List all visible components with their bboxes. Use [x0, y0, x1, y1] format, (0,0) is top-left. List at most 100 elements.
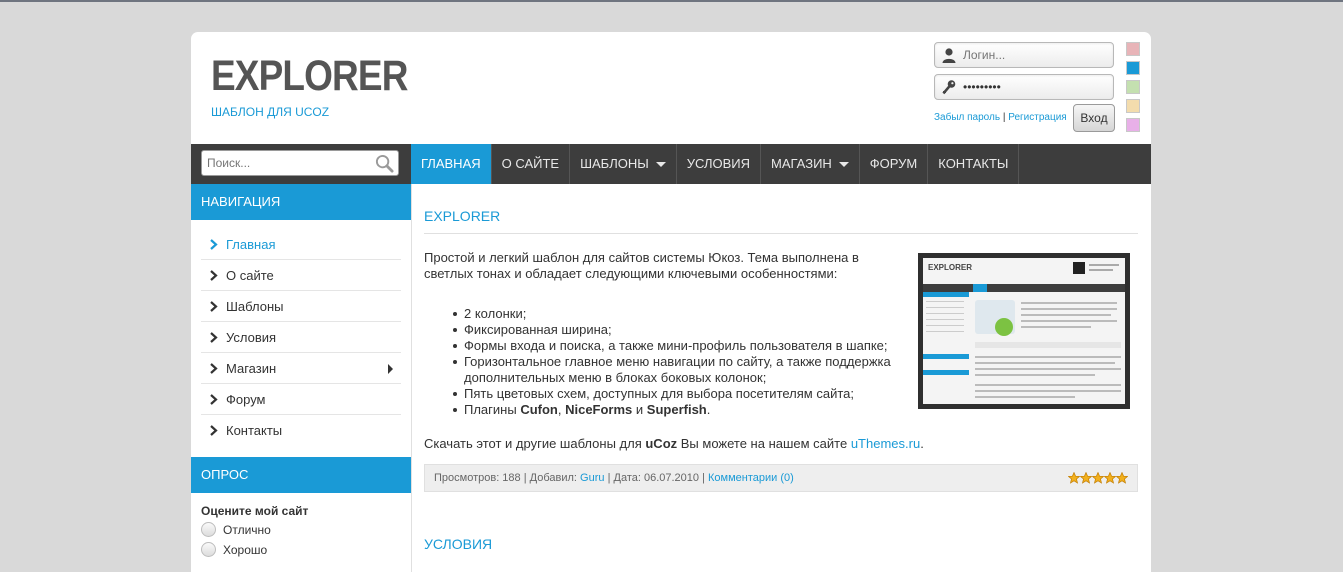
- meta-separator: |: [520, 472, 530, 484]
- password-field[interactable]: [934, 74, 1114, 100]
- plugins-plugins-suffix: .: [706, 402, 711, 417]
- search-icon[interactable]: [375, 154, 394, 173]
- chevron-right-icon: [210, 363, 218, 374]
- poll-option-label: Хорошо: [223, 542, 268, 557]
- login-input[interactable]: [963, 46, 1108, 64]
- main-menu: ГЛАВНАЯ О САЙТЕ ШАБЛОНЫ УСЛОВИЯ МАГАЗИН ФОРУМ…: [411, 144, 1020, 184]
- key-icon: [942, 80, 956, 95]
- template-screenshot[interactable]: EXPLORER: [918, 253, 1130, 409]
- feature-item: Горизонтальное главное меню навигации по…: [453, 354, 934, 386]
- color-scheme-swatch[interactable]: [1126, 80, 1140, 94]
- sidebar-nav-item[interactable]: Форум: [201, 384, 401, 415]
- post-feature-list: 2 колонки; Фиксированная ширина; Формы вхо…: [453, 306, 934, 418]
- page-wrapper: EXPLORER ШАБЛОН ДЛЯ UCOZ Забыл пароль | …: [191, 32, 1151, 572]
- sidebar-nav-label: Контакты: [226, 423, 283, 438]
- sidebar-nav-label: Условия: [226, 330, 277, 345]
- post-title[interactable]: EXPLORER: [424, 208, 500, 224]
- search-input[interactable]: [207, 155, 367, 171]
- caret-down-icon: [838, 161, 849, 167]
- menu-item-label: УСЛОВИЯ: [686, 156, 751, 171]
- poll-radio[interactable]: [201, 542, 216, 557]
- poll-question: Оцените мой сайт: [201, 504, 309, 518]
- star-icon[interactable]: [1116, 472, 1128, 484]
- download-suffix: .: [920, 436, 924, 451]
- top-border: [0, 0, 1343, 2]
- feature-item-plugins: Плагины Cufon, NiceForms и Superfish.: [453, 402, 934, 418]
- menu-item-label: ГЛАВНАЯ: [421, 156, 481, 171]
- feature-item: 2 колонки;: [453, 306, 934, 322]
- forgot-password-link[interactable]: Забыл пароль: [934, 112, 1000, 123]
- sidebar-nav-item[interactable]: Условия: [201, 322, 401, 353]
- login-field[interactable]: [934, 42, 1114, 68]
- register-link[interactable]: Регистрация: [1008, 112, 1066, 123]
- color-scheme-swatch[interactable]: [1126, 61, 1140, 75]
- rating-stars[interactable]: [1068, 472, 1128, 484]
- sidebar-nav-item[interactable]: Магазин: [201, 353, 401, 384]
- template-screenshot-preview: EXPLORER: [923, 258, 1125, 404]
- poll-option[interactable]: Отлично: [201, 522, 271, 537]
- sidebar-poll-title: ОПРОС: [191, 457, 411, 493]
- author-link[interactable]: Guru: [580, 472, 604, 484]
- plugins-plugin-sep-2: и: [632, 402, 647, 417]
- poll-option[interactable]: Хорошо: [201, 542, 267, 557]
- plugins-plugin-3: Superfish: [646, 402, 707, 417]
- menu-item-label: МАГАЗИН: [771, 156, 832, 171]
- search-box[interactable]: [201, 150, 399, 176]
- site-logo-subtitle: ШАБЛОН ДЛЯ UCOZ: [211, 105, 330, 119]
- color-scheme-swatch[interactable]: [1126, 42, 1140, 56]
- sidebar-nav-item[interactable]: Главная: [201, 229, 401, 260]
- plugins-plugin-sep-1: ,: [557, 402, 566, 417]
- star-icon[interactable]: [1068, 472, 1080, 484]
- menu-item[interactable]: ГЛАВНАЯ: [411, 144, 492, 184]
- preview-logo: EXPLORER: [928, 263, 973, 272]
- feature-item: Фиксированная ширина;: [453, 322, 934, 338]
- poll-option-label: Отлично: [223, 522, 271, 537]
- sidebar-nav-label: Магазин: [226, 361, 277, 376]
- views-count: Просмотров: 188: [434, 472, 521, 484]
- menu-item-label: ШАБЛОНЫ: [580, 156, 649, 171]
- uthemes-link[interactable]: uThemes.ru: [851, 436, 920, 451]
- chevron-right-icon: [210, 301, 218, 312]
- chevron-right-icon: [210, 332, 218, 343]
- sidebar-nav-label: Шаблоны: [226, 299, 284, 314]
- sidebar-nav-item[interactable]: Контакты: [201, 415, 401, 446]
- feature-item: Пять цветовых схем, доступных для выбора…: [453, 386, 934, 402]
- post2-title[interactable]: УСЛОВИЯ: [424, 536, 492, 552]
- menu-item-label: КОНТАКТЫ: [938, 156, 1009, 171]
- color-scheme-swatch[interactable]: [1126, 118, 1140, 132]
- post-date: Дата: 06.07.2010: [613, 472, 700, 484]
- site-logo-title[interactable]: EXPLORER: [211, 52, 408, 101]
- feature-item: Формы входа и поиска, а также мини-профи…: [453, 338, 934, 354]
- chevron-right-icon: [210, 425, 218, 436]
- plugins-plugin-1: Cufon: [520, 402, 558, 417]
- menu-item-label: О САЙТЕ: [501, 156, 560, 171]
- color-scheme-swatch[interactable]: [1126, 99, 1140, 113]
- sidebar-nav-item[interactable]: Шаблоны: [201, 291, 401, 322]
- post-title-divider: [424, 233, 1138, 234]
- star-icon[interactable]: [1092, 472, 1104, 484]
- menu-item-label: ФОРУМ: [869, 156, 918, 171]
- plugins-plugin-2: NiceForms: [565, 402, 633, 417]
- post-meta-bar: Просмотров: 188 | Добавил: Guru | Дата: …: [424, 464, 1138, 492]
- sidebar-nav-item[interactable]: О сайте: [201, 260, 401, 291]
- password-input[interactable]: [963, 78, 1108, 96]
- menu-item[interactable]: ФОРУМ: [860, 144, 929, 184]
- sidebar-nav-list: Главная О сайте Шаблоны Условия Магазин Форум…: [191, 229, 411, 446]
- menu-item[interactable]: МАГАЗИН: [761, 144, 860, 184]
- plugins-plugins-prefix: Плагины: [464, 402, 521, 417]
- chevron-right-icon: [210, 394, 218, 405]
- star-icon[interactable]: [1080, 472, 1092, 484]
- poll-radio[interactable]: [201, 522, 216, 537]
- star-icon[interactable]: [1104, 472, 1116, 484]
- sidebar-nav-label: О сайте: [226, 268, 274, 283]
- meta-separator: |: [604, 472, 614, 484]
- login-submit-button[interactable]: Вход: [1073, 104, 1115, 132]
- comments-link[interactable]: Комментарии (0): [708, 472, 794, 484]
- submenu-arrow-icon: [388, 364, 393, 374]
- menu-item[interactable]: О САЙТЕ: [492, 144, 571, 184]
- post-intro: Простой и легкий шаблон для сайтов систе…: [424, 250, 859, 281]
- menu-item[interactable]: УСЛОВИЯ: [677, 144, 762, 184]
- menu-item[interactable]: ШАБЛОНЫ: [570, 144, 677, 184]
- download-middle: Вы можете на нашем сайте: [677, 436, 851, 451]
- menu-item[interactable]: КОНТАКТЫ: [928, 144, 1020, 184]
